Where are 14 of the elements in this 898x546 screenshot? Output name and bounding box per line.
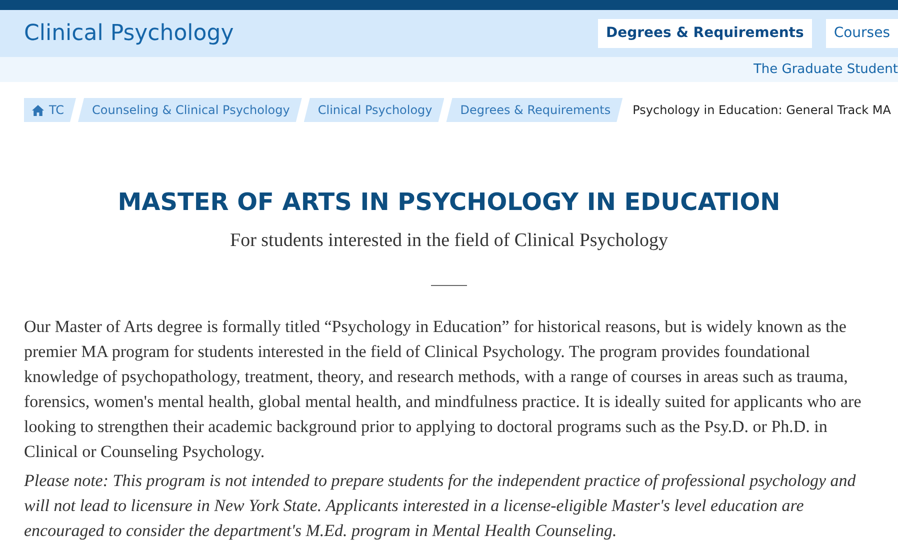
nav-tab[interactable]: Degrees & Requirements bbox=[598, 19, 812, 48]
breadcrumb-current: Psychology in Education: General Track MA bbox=[632, 102, 892, 119]
home-icon bbox=[32, 104, 44, 116]
breadcrumb-link[interactable]: TC bbox=[24, 98, 76, 122]
sub-nav-link[interactable]: The Graduate Student bbox=[753, 60, 898, 80]
note-paragraph: Please note: This program is not intended to prepare students for the independent practice of professional psychology and will not lead to licensure in New York State. Applicants interested in a license-eligible Master's level education are encouraged to consider the department's M.Ed. program in Mental Health Counseling. bbox=[24, 470, 857, 542]
breadcrumb-link[interactable]: Counseling & Clinical Psychology bbox=[78, 98, 302, 122]
body-paragraph: Our Master of Arts degree is formally titled “Psychology in Education” for historical reasons, but is widely known as the premier MA program for students interested in the field of Clinical Psychology. The program provides foundational knowledge of psychopathology, treatment, theory, and research methods, with a range of courses in areas such as trauma, forensics, women's mental health, global mental health, and mindfulness practice. It is ideally suited for applicants who are looking to strengthen their academic background prior to applying to doctoral programs such as the Psy.D. or Ph.D. in Clinical or Counseling Psychology. bbox=[24, 316, 862, 464]
page-heading: MASTER OF ARTS IN PSYCHOLOGY IN EDUCATION bbox=[116, 188, 782, 217]
nav-tab[interactable]: Courses bbox=[826, 19, 898, 48]
site-title[interactable]: Clinical Psychology bbox=[24, 17, 234, 50]
page-subheading: For students interested in the field of Clinical Psychology bbox=[229, 228, 669, 253]
breadcrumb-link[interactable]: Clinical Psychology bbox=[304, 98, 444, 122]
breadcrumb-link[interactable]: Degrees & Requirements bbox=[446, 98, 623, 122]
